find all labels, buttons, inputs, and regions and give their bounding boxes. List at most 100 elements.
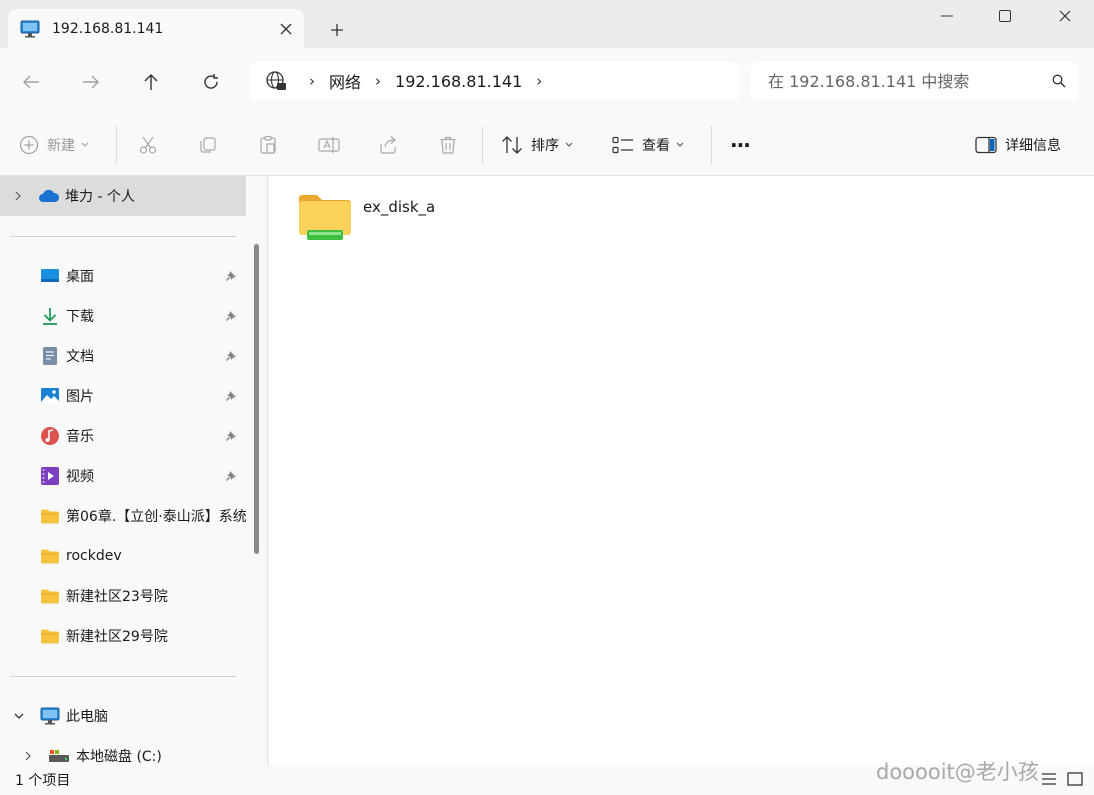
pin-icon[interactable] [220,470,242,482]
view-list-icon [612,136,634,154]
breadcrumb-host[interactable]: 192.168.81.141 [395,72,522,91]
network-globe-icon [265,70,287,92]
sidebar-item-music[interactable]: 音乐 [0,418,246,454]
cloud-icon [38,189,60,203]
share-button[interactable] [378,128,398,162]
chevron-right-icon[interactable] [24,751,32,761]
sort-label: 排序 [531,138,559,154]
sidebar-item-pictures[interactable]: 图片 [0,378,246,414]
sidebar-item-folder-community23[interactable]: 新建社区23号院 [0,578,246,614]
sidebar-item-onedrive[interactable]: 堆力 - 个人 [0,176,246,216]
file-name: ex_disk_a [363,198,436,216]
paste-button[interactable] [258,128,278,162]
sidebar-item-folder-chapter06[interactable]: 第06章.【立创·泰山派】系统 [0,498,246,534]
maximize-button[interactable] [980,0,1030,32]
sort-button[interactable]: 排序 [501,128,573,162]
ellipsis-icon: ··· [730,133,751,157]
sidebar-item-label: rockdev [66,548,122,564]
chevron-down-icon [565,142,573,148]
sidebar-item-documents[interactable]: 文档 [0,338,246,374]
up-button[interactable] [134,65,168,99]
refresh-icon [202,73,220,91]
sidebar-item-label: 下载 [66,309,94,325]
forward-button[interactable] [74,65,108,99]
breadcrumb-separator[interactable]: › [536,72,542,90]
item-count: 1 个项目 [15,773,71,789]
minimize-icon [941,15,953,17]
details-pane-icon [975,136,997,154]
tab-active[interactable]: 192.168.81.141 [8,9,304,48]
sort-icon [501,135,523,155]
pin-icon[interactable] [220,350,242,362]
sidebar-item-this-pc[interactable]: 此电脑 [0,698,246,734]
sidebar-item-label: 第06章.【立创·泰山派】系统 [66,509,246,525]
chevron-right-icon[interactable] [14,191,22,201]
details-pane-button[interactable]: 详细信息 [975,128,1061,162]
monitor-icon [20,20,40,38]
list-view-icon [1041,772,1057,786]
plus-circle-icon [19,135,39,155]
copy-button[interactable] [198,128,218,162]
close-icon [1059,10,1071,22]
sidebar-item-folder-rockdev[interactable]: rockdev [0,538,246,574]
breadcrumb-network[interactable]: 网络 [329,69,361,93]
sidebar-item-label: 新建社区23号院 [66,589,168,605]
sidebar-item-label: 桌面 [66,269,94,285]
sidebar-item-label: 音乐 [66,429,94,445]
sidebar-divider [10,676,236,677]
sidebar-item-label: 图片 [66,389,94,405]
folder-icon [40,588,60,604]
sidebar-item-downloads[interactable]: 下载 [0,298,246,334]
delete-button[interactable] [438,128,458,162]
sidebar-item-videos[interactable]: 视频 [0,458,246,494]
pin-icon[interactable] [220,390,242,402]
title-bar: 192.168.81.141 [0,0,1094,48]
more-options-button[interactable]: ··· [730,128,751,162]
maximize-icon [999,10,1011,22]
search-box[interactable] [751,62,1079,100]
chevron-down-icon [676,142,684,148]
sidebar-item-folder-community29[interactable]: 新建社区29号院 [0,618,246,654]
rename-icon [318,135,340,155]
sidebar-item-desktop[interactable]: 桌面 [0,258,246,294]
details-view-button[interactable] [1038,768,1060,790]
computer-icon [40,707,60,725]
toolbar-divider [711,126,712,164]
sidebar-item-label: 文档 [66,349,94,365]
document-icon [40,346,60,366]
view-button[interactable]: 查看 [612,128,684,162]
sidebar-item-label: 本地磁盘 (C:) [76,749,162,765]
copy-icon [198,135,218,155]
back-button[interactable] [14,65,48,99]
search-input[interactable] [768,71,1039,91]
picture-icon [40,386,60,406]
chevron-down-icon[interactable] [14,712,24,720]
close-window-button[interactable] [1040,0,1090,32]
pin-icon[interactable] [220,430,242,442]
minimize-button[interactable] [922,0,972,32]
trash-icon [438,135,458,155]
breadcrumb-separator[interactable]: › [375,72,381,90]
sidebar-item-label: 此电脑 [66,709,108,725]
address-bar[interactable]: › 网络 › 192.168.81.141 › [249,62,740,100]
pin-icon[interactable] [220,270,242,282]
list-item[interactable]: ex_disk_a [297,192,435,244]
refresh-button[interactable] [194,65,228,99]
breadcrumb-separator[interactable]: › [309,72,315,90]
folder-icon [40,508,60,524]
close-icon [280,23,292,35]
cut-button[interactable] [138,128,158,162]
rename-button[interactable] [318,128,340,162]
pin-icon[interactable] [220,310,242,322]
drive-icon [48,749,70,763]
new-button[interactable]: 新建 [19,128,89,162]
search-icon[interactable] [1039,74,1079,88]
thumbnail-view-button[interactable] [1064,768,1086,790]
tab-close-button[interactable] [268,14,304,44]
network-folder-icon [297,192,353,244]
sidebar-item-label: 堆力 - 个人 [65,189,135,205]
new-tab-button[interactable] [322,15,352,45]
sidebar-scrollbar[interactable] [254,244,259,554]
video-icon [40,466,60,486]
command-bar: 新建 排序 查看 ··· 详细信息 [0,114,1094,176]
